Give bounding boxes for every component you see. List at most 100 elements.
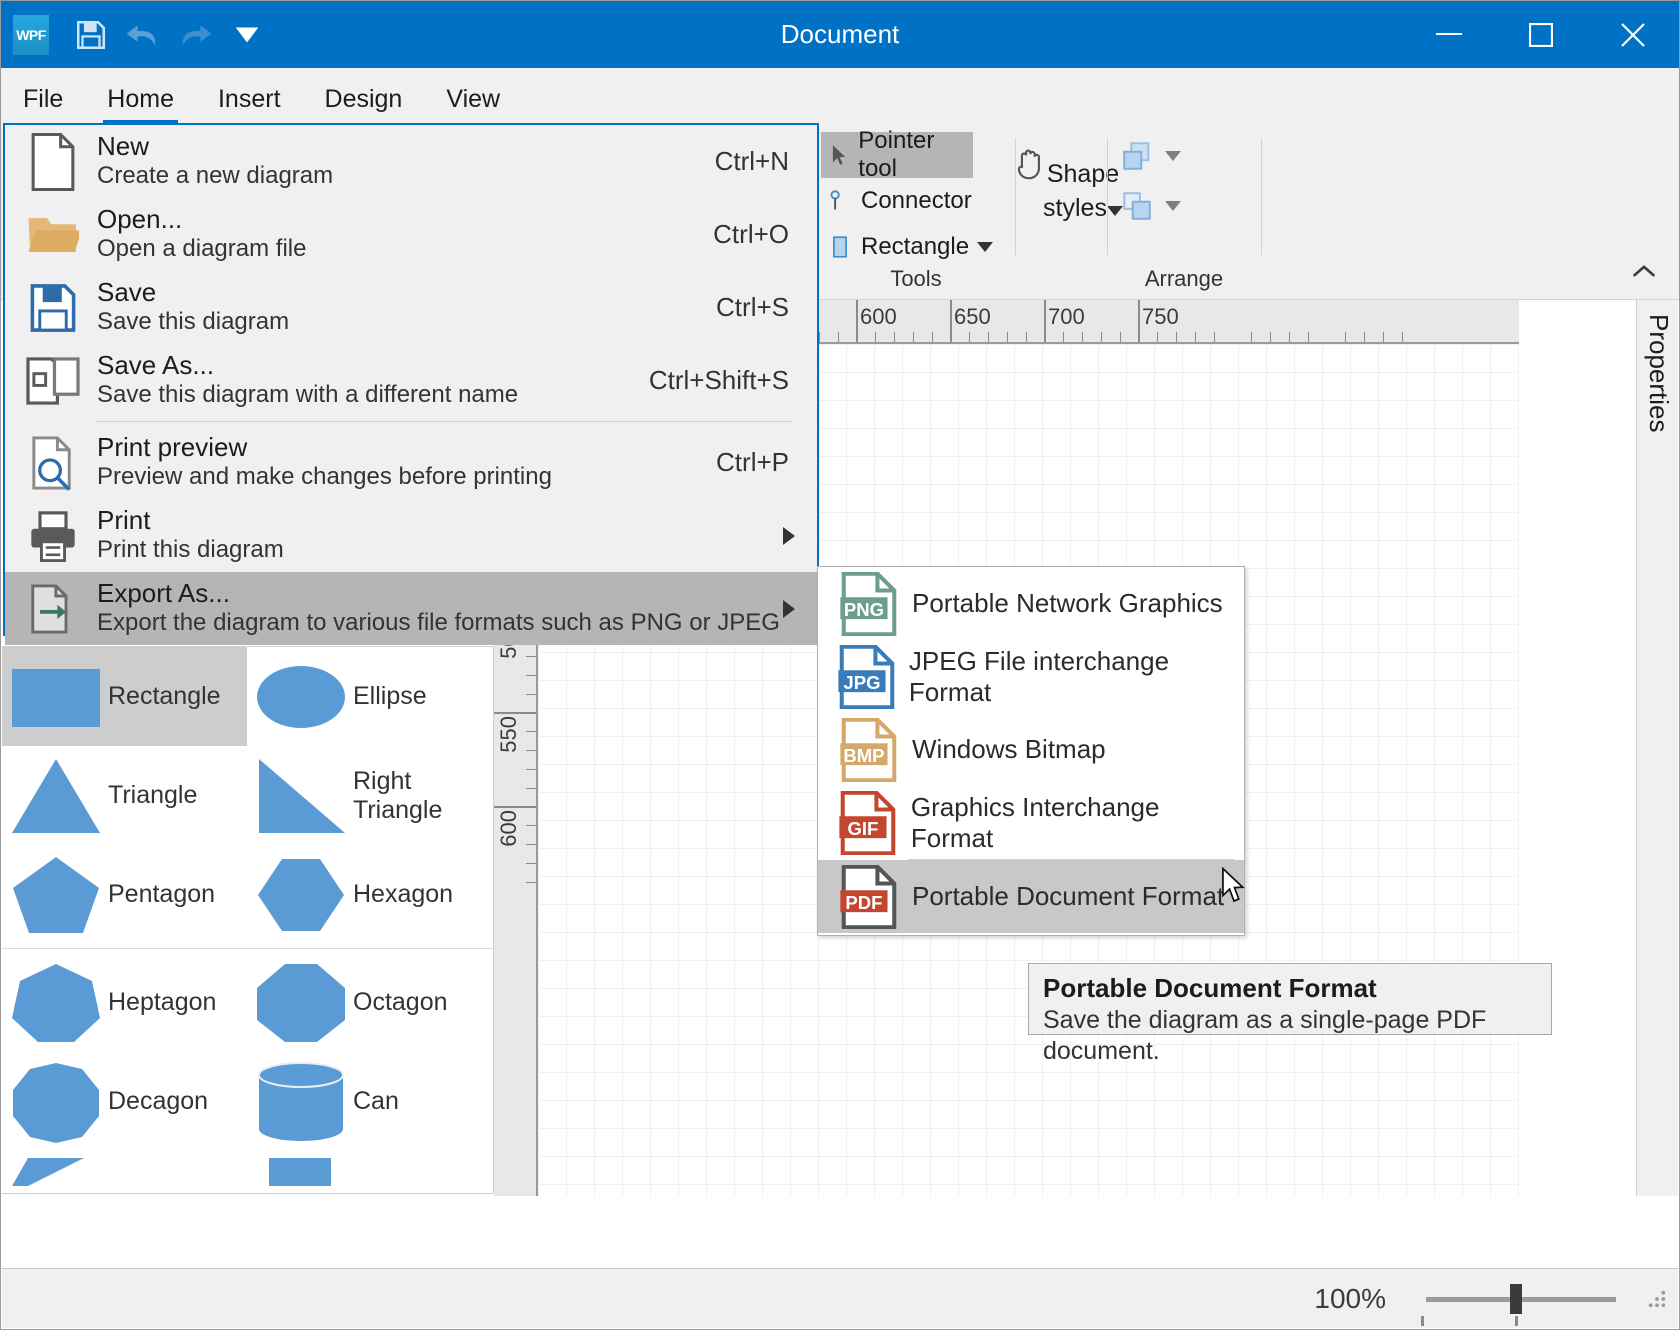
shape-item-partial-right[interactable] (247, 1151, 492, 1191)
shape-item-heptagon[interactable]: Heptagon (2, 953, 247, 1052)
file-menu: New Create a new diagram Ctrl+N Open... … (3, 123, 819, 636)
menu-item-shortcut: Ctrl+P (716, 447, 789, 478)
shape-item-triangle[interactable]: Triangle (2, 746, 247, 845)
shape-item-octagon[interactable]: Octagon (247, 953, 492, 1052)
svg-text:GIF: GIF (848, 817, 879, 838)
tool-rectangle-label: Rectangle (861, 233, 969, 261)
tab-home[interactable]: Home (85, 74, 196, 124)
title-bar: WPF Document (1, 1, 1679, 68)
print-preview-icon (17, 435, 89, 491)
zoom-slider[interactable] (1426, 1282, 1616, 1316)
shape-label: Octagon (353, 988, 448, 1017)
group-separator (1107, 138, 1108, 255)
menu-item-print[interactable]: Print Print this diagram (5, 499, 817, 572)
menu-item-subtitle: Create a new diagram (97, 162, 333, 189)
menu-item-title: Export As... (97, 578, 230, 608)
connector-icon (827, 190, 853, 212)
status-bar: 100% (2, 1268, 1678, 1328)
app-logo-icon: WPF (13, 15, 49, 55)
tab-insert[interactable]: Insert (196, 74, 303, 124)
group-separator (1261, 138, 1262, 255)
menu-item-subtitle: Save this diagram (97, 308, 289, 335)
shape-styles-line2: styles (1043, 194, 1107, 222)
send-to-back-icon[interactable] (1109, 184, 1165, 228)
menu-item-new[interactable]: New Create a new diagram Ctrl+N (5, 125, 817, 198)
chevron-down-icon[interactable] (1165, 151, 1181, 161)
menu-item-shortcut: Ctrl+O (713, 219, 789, 250)
menu-item-export-as[interactable]: Export As... Export the diagram to vario… (5, 572, 817, 645)
shape-item-pentagon[interactable]: Pentagon (2, 845, 247, 944)
zoom-percentage: 100% (1314, 1283, 1386, 1315)
ribbon-group-arrange: Arrange (1109, 124, 1259, 300)
save-icon[interactable] (67, 11, 115, 59)
menu-item-print-preview[interactable]: Print preview Preview and make changes b… (5, 426, 817, 499)
minimize-button[interactable] (1403, 1, 1495, 68)
png-file-icon: PNG (832, 572, 906, 636)
export-item-bmp[interactable]: BMP Windows Bitmap (818, 713, 1244, 786)
save-as-icon (17, 356, 89, 406)
tool-rectangle[interactable]: Rectangle (821, 224, 1011, 270)
bmp-file-icon: BMP (832, 718, 906, 782)
shape-item-rectangle[interactable]: Rectangle (2, 647, 247, 746)
tab-design[interactable]: Design (303, 74, 425, 124)
zoom-slider-tick (1421, 1316, 1424, 1326)
svg-text:PNG: PNG (844, 598, 884, 619)
zoom-slider-thumb[interactable] (1510, 1284, 1522, 1314)
shape-label: Decagon (108, 1087, 208, 1116)
shape-item-hexagon[interactable]: Hexagon (247, 845, 492, 944)
tab-view[interactable]: View (424, 74, 522, 124)
undo-icon[interactable] (119, 11, 167, 59)
tool-connector[interactable]: Connector (821, 178, 996, 224)
ruler-h-label: 750 (1142, 304, 1179, 330)
menu-item-subtitle: Print this diagram (97, 536, 284, 563)
menu-item-shortcut: Ctrl+Shift+S (649, 365, 789, 396)
octagon-icon (255, 961, 347, 1045)
export-item-label: Portable Network Graphics (912, 588, 1223, 619)
collapse-ribbon-icon[interactable] (1627, 257, 1661, 287)
export-item-jpg[interactable]: JPG JPEG File interchange Format (818, 640, 1244, 713)
pdf-file-icon: PDF (832, 865, 906, 929)
export-item-gif[interactable]: GIF Graphics Interchange Format (818, 786, 1244, 859)
partial-shape-icon (255, 1129, 347, 1194)
svg-text:BMP: BMP (843, 744, 884, 765)
ruler-v-label: 600 (496, 810, 522, 847)
shape-label: Heptagon (108, 988, 216, 1017)
ruler-h-label: 650 (954, 304, 991, 330)
shape-item-right-triangle[interactable]: Right Triangle (247, 746, 492, 845)
redo-icon[interactable] (171, 11, 219, 59)
resize-grip-icon[interactable] (1646, 1288, 1668, 1310)
ribbon-tab-strip: File Home Insert Design View (1, 68, 1679, 124)
export-item-pdf[interactable]: PDF Portable Document Format (818, 860, 1244, 933)
gif-file-icon: GIF (832, 791, 905, 855)
hexagon-icon (255, 853, 347, 937)
save-floppy-icon (17, 283, 89, 333)
maximize-button[interactable] (1495, 1, 1587, 68)
shape-item-ellipse[interactable]: Ellipse (247, 647, 492, 746)
menu-item-open[interactable]: Open... Open a diagram file Ctrl+O (5, 198, 817, 271)
menu-item-shortcut: Ctrl+N (715, 146, 789, 177)
menu-item-shortcut: Ctrl+S (716, 292, 789, 323)
tool-pointer[interactable]: Pointer tool (821, 132, 973, 178)
menu-item-title: Save (97, 277, 156, 307)
menu-item-save[interactable]: Save Save this diagram Ctrl+S (5, 271, 817, 344)
export-item-label: Windows Bitmap (912, 734, 1106, 765)
application-window: WPF Document (0, 0, 1680, 1330)
menu-item-title: Save As... (97, 350, 214, 380)
export-item-label: Graphics Interchange Format (911, 792, 1244, 854)
customize-qat-icon[interactable] (223, 11, 271, 59)
chevron-down-icon[interactable] (1165, 201, 1181, 211)
tab-file[interactable]: File (1, 74, 85, 124)
shape-item-partial-left[interactable] (2, 1151, 247, 1191)
bring-to-front-icon[interactable] (1109, 134, 1165, 178)
rectangle-icon (10, 655, 102, 739)
jpg-file-icon: JPG (832, 645, 903, 709)
quick-access-toolbar (67, 11, 271, 59)
ruler-h-label: 700 (1048, 304, 1085, 330)
menu-item-save-as[interactable]: Save As... Save this diagram with a diff… (5, 344, 817, 417)
properties-panel-tab[interactable]: Properties (1636, 300, 1678, 1196)
export-icon (17, 583, 89, 635)
chevron-down-icon[interactable] (977, 242, 993, 252)
close-button[interactable] (1587, 1, 1679, 68)
export-item-png[interactable]: PNG Portable Network Graphics (818, 567, 1244, 640)
export-item-label: JPEG File interchange Format (909, 646, 1244, 708)
